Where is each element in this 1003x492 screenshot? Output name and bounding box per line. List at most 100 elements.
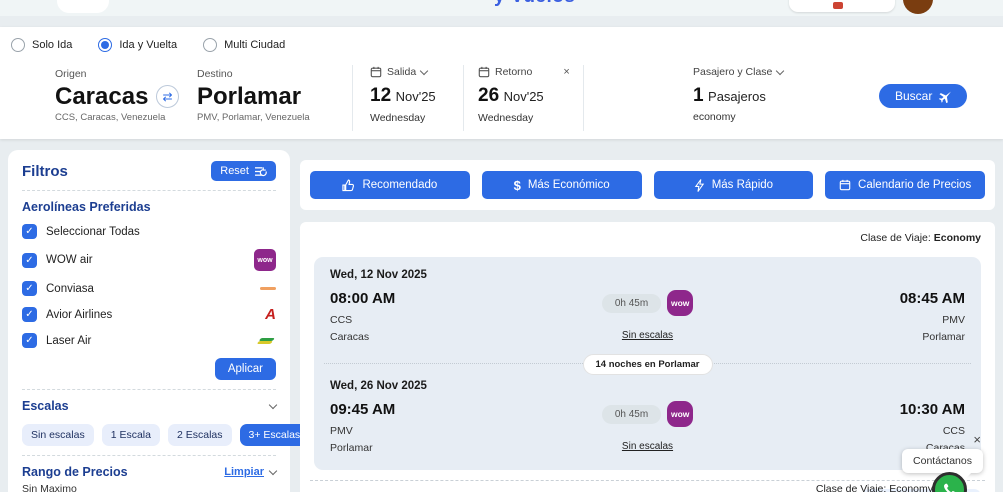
stops-option-sin-escalas[interactable]: Sin escalas [22,424,94,446]
chevron-down-icon[interactable] [269,400,277,408]
laser-air-logo [258,337,276,345]
sort-label: Más Económico [528,179,610,191]
bottom-travel-class: Clase de Viaje: Economy [816,483,933,492]
departure-day: 12 [370,85,391,106]
dollar-icon: $ [514,178,521,193]
filter-reset-icon [254,166,267,177]
chevron-down-icon[interactable] [269,466,277,474]
checkbox-checked[interactable]: ✓ [22,253,37,268]
departure-info: 09:45 AM PMV Porlamar [330,401,538,454]
calendar-icon [370,66,382,78]
passenger-count: 1 [693,85,704,106]
radio-multi-ciudad[interactable]: Multi Ciudad [203,38,285,52]
airline-label: Seleccionar Todas [46,226,140,238]
sort-price-calendar-button[interactable]: Calendario de Precios [825,171,985,199]
wow-airline-badge: wow [667,401,693,427]
flight-itinerary-card[interactable]: Wed, 12 Nov 2025 08:00 AM CCS Caracas 0h… [314,257,981,470]
departure-code: PMV [330,425,538,437]
reset-filters-button[interactable]: Reset [211,161,276,181]
conviasa-logo [260,287,276,290]
stops-option-1-escala[interactable]: 1 Escala [102,424,160,446]
radio-solo-ida[interactable]: Solo Ida [11,38,72,52]
bolt-icon [694,179,705,192]
passenger-class-field[interactable]: Pasajero y Clase 1 Pasajeros economy [693,66,783,123]
price-section-title: Rango de Precios [22,465,128,479]
return-month: Nov'25 [504,89,544,104]
user-avatar[interactable] [903,0,933,14]
airplane-icon [938,90,951,103]
filters-title: Filtros [22,163,68,180]
departure-date-field[interactable]: Salida 12 Nov'25 Wednesday [370,66,436,124]
radio-selected-icon[interactable] [98,38,112,52]
arrival-time: 08:45 AM [758,290,966,307]
departure-label: Salida [387,66,416,78]
sort-cheapest-button[interactable]: $ Más Económico [482,171,642,199]
trip-type-radios: Solo Ida Ida y Vuelta Multi Ciudad [11,38,285,52]
airline-label: Conviasa [46,283,94,295]
stops-link[interactable]: Sin escalas [622,441,673,452]
swap-glyph: ⇄ [162,90,172,104]
radio-label: Multi Ciudad [224,39,285,51]
segment-date: Wed, 26 Nov 2025 [330,380,965,392]
stops-link[interactable]: Sin escalas [622,330,673,341]
clear-return-icon[interactable]: × [563,66,569,78]
radio-icon[interactable] [11,38,25,52]
check-icon: ✓ [25,255,33,266]
airline-label: WOW air [46,254,93,266]
price-max-label: Sin Maximo [22,483,276,492]
radio-label: Solo Ida [32,39,72,51]
duration-pill: 0h 45m [602,294,661,313]
swap-origin-destination-icon[interactable]: ⇄ [156,85,179,108]
destination-city: Porlamar [197,83,310,111]
airline-filter-avior[interactable]: ✓ Avior Airlines A [22,306,276,323]
close-icon[interactable]: × [973,432,981,447]
return-date-field[interactable]: Retorno × 26 Nov'25 Wednesday [478,66,570,124]
arrival-info: 08:45 AM PMV Porlamar [758,290,966,343]
checkbox-checked[interactable]: ✓ [22,224,37,239]
destination-field[interactable]: Destino Porlamar PMV, Porlamar, Venezuel… [197,68,310,123]
destination-label: Destino [197,68,310,80]
contact-tooltip: Contáctanos × [902,449,983,473]
search-button[interactable]: Buscar [879,84,967,108]
check-icon: ✓ [25,309,33,320]
site-logo[interactable] [57,0,109,13]
arrival-time: 10:30 AM [758,401,966,418]
airline-filter-wow-air[interactable]: ✓ WOW air wow [22,249,276,271]
checkbox-checked[interactable]: ✓ [22,281,37,296]
apply-filters-button[interactable]: Aplicar [215,358,276,380]
search-button-label: Buscar [895,89,932,103]
checkbox-checked[interactable]: ✓ [22,333,37,348]
radio-label: Ida y Vuelta [119,39,177,51]
passenger-class: economy [693,111,783,123]
currency-selector[interactable] [789,0,895,12]
airline-label: Laser Air [46,335,91,347]
return-weekday: Wednesday [478,112,570,124]
layover-divider: 14 noches en Porlamar [324,363,971,364]
clear-price-link[interactable]: Limpiar [224,466,264,478]
airline-filter-laser[interactable]: ✓ Laser Air [22,333,276,348]
divider [310,480,985,481]
stops-option-2-escalas[interactable]: 2 Escalas [168,424,232,446]
departure-month: Nov'25 [396,89,436,104]
search-card: Solo Ida Ida y Vuelta Multi Ciudad Orige… [0,27,1003,139]
airline-filter-conviasa[interactable]: ✓ Conviasa [22,281,276,296]
contact-tooltip-label: Contáctanos [913,455,972,467]
calendar-icon [839,179,851,191]
airline-filter-select-all[interactable]: ✓ Seleccionar Todas [22,224,276,239]
sort-fastest-button[interactable]: Más Rápido [654,171,814,199]
filters-panel: Filtros Reset Aerolíneas Preferidas ✓ Se… [8,150,290,492]
origin-field[interactable]: Origen Caracas CCS, Caracas, Venezuela [55,68,165,123]
radio-ida-y-vuelta[interactable]: Ida y Vuelta [98,38,177,52]
stops-option-3plus-escalas[interactable]: 3+ Escalas [240,424,310,446]
check-icon: ✓ [25,335,33,346]
sort-label: Calendario de Precios [858,179,971,191]
layover-note: 14 noches en Porlamar [582,354,712,375]
departure-time: 08:00 AM [330,290,538,307]
arrival-code: CCS [758,425,966,437]
radio-icon[interactable] [203,38,217,52]
segment-date: Wed, 12 Nov 2025 [330,269,965,281]
departure-time: 09:45 AM [330,401,538,418]
checkbox-checked[interactable]: ✓ [22,307,37,322]
origin-label: Origen [55,68,165,80]
sort-recommended-button[interactable]: Recomendado [310,171,470,199]
